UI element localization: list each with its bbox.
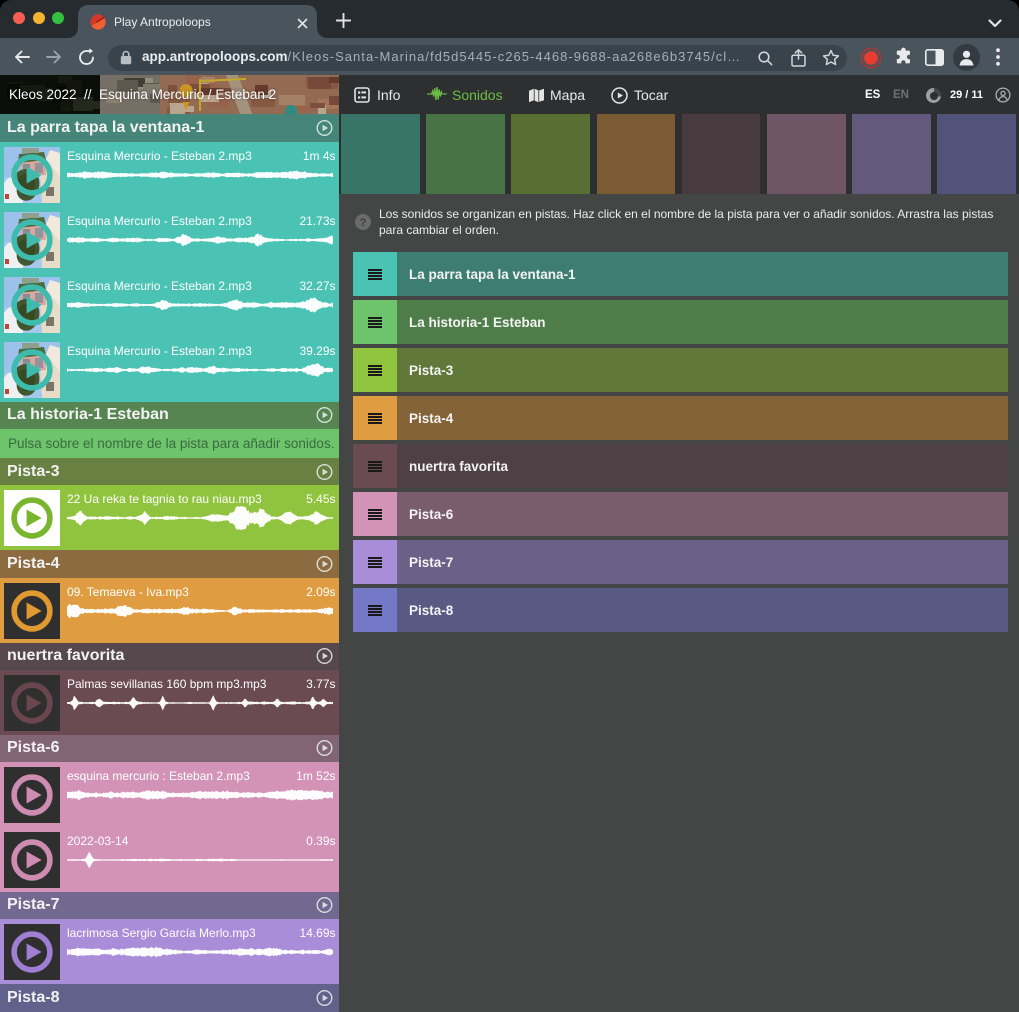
svg-text:?: ? [360, 217, 367, 229]
